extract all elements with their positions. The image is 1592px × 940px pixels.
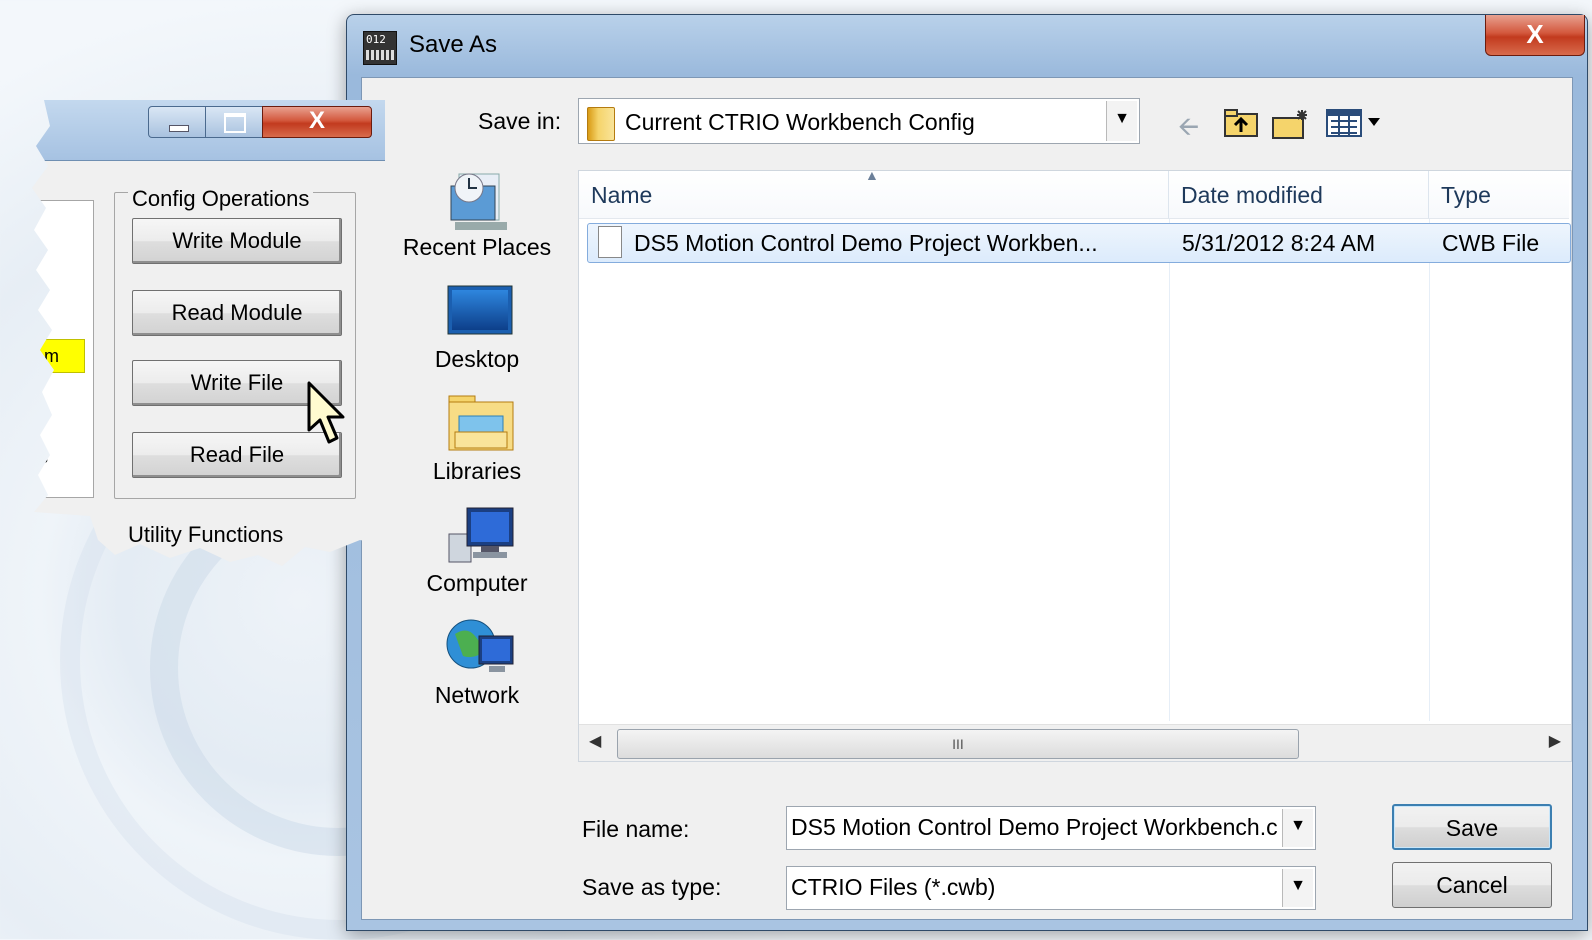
highlighted-cell: am bbox=[32, 339, 85, 373]
save-in-value: Current CTRIO Workbench Config bbox=[625, 109, 975, 136]
workbench-title-bar[interactable]: X bbox=[32, 100, 385, 161]
mouse-cursor-icon bbox=[306, 380, 348, 451]
place-label: Desktop bbox=[434, 346, 520, 372]
column-divider bbox=[1169, 219, 1170, 721]
window-title: Save As bbox=[409, 31, 498, 58]
close-button[interactable]: X bbox=[1485, 15, 1585, 56]
column-divider bbox=[1429, 219, 1430, 721]
save-as-type-dropdown[interactable]: CTRIO Files (*.cwb) ▼ bbox=[786, 866, 1316, 910]
write-module-button[interactable]: Write Module bbox=[132, 218, 342, 264]
minimize-icon[interactable] bbox=[148, 106, 206, 138]
column-header-date-modified[interactable]: Date modified bbox=[1169, 171, 1429, 219]
file-name-cell: DS5 Motion Control Demo Project Workben.… bbox=[634, 230, 1098, 256]
config-operations-label: Config Operations bbox=[128, 186, 314, 212]
file-name-input[interactable]: DS5 Motion Control Demo Project Workbenc… bbox=[786, 806, 1316, 850]
chevron-down-icon[interactable]: ▼ bbox=[1106, 101, 1137, 141]
place-label: Libraries bbox=[432, 458, 522, 484]
workbench-window-fragment: X am ds Config Operations Write Module R… bbox=[29, 100, 385, 566]
folder-icon bbox=[587, 107, 615, 141]
horizontal-scrollbar[interactable]: ◀ III ▶ bbox=[579, 724, 1571, 761]
scroll-right-icon[interactable]: ▶ bbox=[1549, 731, 1561, 751]
close-icon[interactable]: X bbox=[262, 106, 372, 138]
view-menu-icon[interactable] bbox=[1326, 108, 1386, 145]
new-folder-icon[interactable] bbox=[1272, 108, 1310, 147]
desktop-icon bbox=[445, 280, 513, 342]
save-button[interactable]: Save bbox=[1392, 804, 1552, 850]
up-folder-icon[interactable] bbox=[1224, 108, 1258, 145]
save-as-type-label: Save as type: bbox=[582, 874, 722, 900]
place-libraries[interactable]: Libraries bbox=[392, 392, 562, 485]
place-recent-places[interactable]: Recent Places bbox=[392, 168, 562, 261]
computer-icon bbox=[445, 504, 514, 566]
document-icon bbox=[598, 226, 622, 258]
read-module-button[interactable]: Read Module bbox=[132, 290, 342, 336]
chevron-down-icon[interactable]: ▼ bbox=[1282, 869, 1313, 907]
back-icon[interactable]: 🡨 bbox=[1178, 108, 1199, 152]
scroll-left-icon[interactable]: ◀ bbox=[589, 731, 601, 751]
column-header-name[interactable]: ▲ Name bbox=[579, 167, 1169, 219]
save-as-type-value: CTRIO Files (*.cwb) bbox=[791, 874, 996, 900]
file-date-cell: 5/31/2012 8:24 AM bbox=[1182, 230, 1376, 256]
place-label: Recent Places bbox=[402, 234, 552, 260]
place-label: Computer bbox=[426, 570, 528, 596]
app-icon: 012 bbox=[363, 31, 397, 65]
title-bar[interactable]: 012 Save As X bbox=[347, 15, 1587, 77]
column-header-type[interactable]: Type bbox=[1429, 171, 1569, 219]
place-label: Network bbox=[434, 682, 520, 708]
file-list[interactable]: ▲ Name Date modified Type DS5 Motion Con… bbox=[578, 167, 1572, 762]
file-row[interactable]: DS5 Motion Control Demo Project Workben.… bbox=[587, 223, 1571, 263]
place-network[interactable]: Network bbox=[392, 616, 562, 709]
file-type-cell: CWB File bbox=[1442, 230, 1540, 256]
sort-ascending-icon: ▲ bbox=[865, 167, 879, 183]
libraries-icon bbox=[445, 392, 514, 454]
maximize-icon[interactable] bbox=[205, 106, 263, 138]
save-in-dropdown[interactable]: Current CTRIO Workbench Config ▼ bbox=[578, 98, 1140, 144]
save-as-dialog: 012 Save As X Save in: Current CTRIO Wor… bbox=[346, 14, 1588, 931]
utility-functions-label: Utility Functions bbox=[128, 522, 284, 547]
place-desktop[interactable]: Desktop bbox=[392, 280, 562, 373]
place-computer[interactable]: Computer bbox=[392, 504, 562, 597]
network-icon bbox=[445, 616, 514, 678]
cancel-button[interactable]: Cancel bbox=[1392, 862, 1552, 908]
partial-label: ds bbox=[29, 447, 49, 467]
file-name-value[interactable]: DS5 Motion Control Demo Project Workbenc… bbox=[791, 814, 1281, 841]
chevron-down-icon[interactable]: ▼ bbox=[1282, 809, 1313, 847]
save-in-label: Save in: bbox=[478, 108, 562, 134]
scroll-thumb[interactable]: III bbox=[617, 729, 1299, 759]
recent-places-icon bbox=[445, 168, 509, 230]
file-name-label: File name: bbox=[582, 816, 690, 842]
dialog-client: Save in: Current CTRIO Workbench Config … bbox=[361, 77, 1573, 920]
left-panel-fragment: am ds bbox=[29, 200, 94, 498]
